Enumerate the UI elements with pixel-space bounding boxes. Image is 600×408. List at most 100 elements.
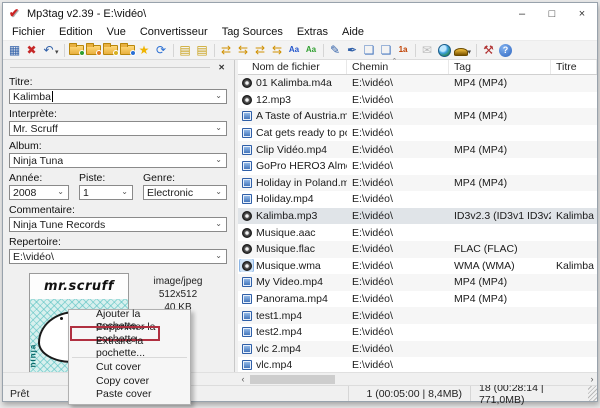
open-directory-icon[interactable] [119, 42, 136, 58]
chevron-down-icon[interactable]: ⌄ [215, 91, 226, 102]
remove-tag-icon[interactable]: ✖ [23, 42, 40, 58]
help-icon[interactable]: ? [497, 42, 514, 58]
maximize-button[interactable]: □ [537, 3, 567, 24]
title-combobox[interactable]: Kalimba ⌄ [9, 89, 227, 104]
context-menu-item-extraire-la-pochette[interactable]: Extraire la pochette... [69, 335, 190, 359]
file-name: test2.mp4 [256, 326, 303, 339]
horizontal-scrollbar[interactable]: ‹ › [238, 373, 597, 385]
directory-combobox[interactable]: E:\vidéo\ ⌄ [9, 249, 227, 264]
comment-combobox[interactable]: Ninja Tune Records ⌄ [9, 217, 227, 232]
table-row[interactable]: Cat gets ready to pounce... E:\vidéo\ [238, 125, 597, 142]
playlist-export-icon[interactable]: ❏ [361, 42, 378, 58]
table-row[interactable]: 12.mp3 E:\vidéo\ [238, 92, 597, 109]
table-row[interactable]: Musique.aac E:\vidéo\ [238, 224, 597, 241]
column-header-tag[interactable]: Tag [449, 60, 551, 74]
file-path: E:\vidéo\ [352, 259, 393, 272]
change-directory-icon[interactable] [68, 42, 85, 58]
quick-actions-icon[interactable]: ✒ [344, 42, 361, 58]
context-menu-item-cut-cover[interactable]: Cut cover [69, 361, 190, 375]
column-header-filename[interactable]: Nom de fichier [238, 60, 347, 74]
actions-icon[interactable]: Aa [286, 42, 303, 58]
audio-file-icon [239, 259, 254, 273]
table-row[interactable]: Musique.wma E:\vidéo\ WMA (WMA) Kalimba [238, 258, 597, 275]
table-row[interactable]: vlc 2.mp4 E:\vidéo\ [238, 340, 597, 358]
context-menu-item-copy-cover[interactable]: Copy cover [69, 374, 190, 388]
tools-icon[interactable]: ⚒ [480, 42, 497, 58]
table-row[interactable]: vlc.mp4 E:\vidéo\ [238, 357, 597, 372]
save-tag-icon[interactable]: ▦ [6, 42, 23, 58]
table-row[interactable]: Holiday.mp4 E:\vidéo\ [238, 191, 597, 208]
table-row[interactable]: My Video.mp4 E:\vidéo\ MP4 (MP4) [238, 274, 597, 291]
window-title: Mp3tag v2.39 - E:\vidéo\ [27, 7, 147, 20]
refresh-icon[interactable]: ⟳ [153, 42, 170, 58]
chevron-down-icon[interactable]: ⌄ [215, 155, 226, 166]
file-tag: MP4 (MP4) [454, 143, 508, 156]
genre-combobox[interactable]: Electronic ⌄ [143, 185, 227, 200]
table-row[interactable]: 01 Kalimba.m4a E:\vidéo\ MP4 (MP4) [238, 75, 597, 92]
resize-grip[interactable] [588, 386, 597, 401]
playlist-add-icon[interactable]: ▤ [194, 42, 211, 58]
mail-icon[interactable]: ✉ [419, 42, 436, 58]
chevron-down-icon[interactable]: ⌄ [57, 187, 68, 198]
table-row[interactable]: Musique.flac E:\vidéo\ FLAC (FLAC) [238, 240, 597, 258]
parent-directory-icon[interactable] [85, 42, 102, 58]
export-icon[interactable]: ❏ [378, 42, 395, 58]
convert-filename-filename-icon[interactable]: ⇄ [252, 42, 269, 58]
actions-quick-icon[interactable]: Aa [303, 42, 320, 58]
chevron-down-icon[interactable]: ⌄ [215, 219, 226, 230]
menu-vue[interactable]: Vue [100, 24, 133, 40]
chevron-down-icon[interactable]: ⌄ [121, 187, 132, 198]
favorites-star-icon[interactable]: ★ [136, 42, 153, 58]
column-header-path[interactable]: Chemin [347, 60, 449, 74]
track-combobox[interactable]: 1 ⌄ [79, 185, 133, 200]
playlist-icon[interactable]: ▤ [177, 42, 194, 58]
table-row[interactable]: Kalimba.mp3 E:\vidéo\ ID3v2.3 (ID3v1 ID3v2… [238, 207, 597, 225]
chevron-down-icon[interactable]: ⌄ [215, 123, 226, 134]
table-row[interactable]: GoPro HERO3 Almost as E... E:\vidéo\ [238, 158, 597, 175]
column-header-title[interactable]: Titre [551, 60, 597, 74]
album-combobox[interactable]: Ninja Tuna ⌄ [9, 153, 227, 168]
file-name: Clip Vidéo.mp4 [256, 143, 328, 156]
menu-extras[interactable]: Extras [290, 24, 335, 40]
title-value: Kalimba [13, 90, 51, 103]
close-button[interactable]: × [567, 3, 597, 24]
file-name: 01 Kalimba.m4a [256, 77, 332, 90]
menu-tag-sources[interactable]: Tag Sources [215, 24, 290, 40]
table-row[interactable]: test2.mp4 E:\vidéo\ [238, 324, 597, 341]
artist-combobox[interactable]: Mr. Scruff ⌄ [9, 121, 227, 136]
year-combobox[interactable]: 2008 ⌄ [9, 185, 69, 200]
context-menu-item-paste-cover[interactable]: Paste cover [69, 388, 190, 402]
menu-convertisseur[interactable]: Convertisseur [133, 24, 215, 40]
dropdown-caret-icon[interactable]: ▾ [468, 48, 472, 56]
convert-filename-tag-icon[interactable]: ⇆ [235, 42, 252, 58]
table-row[interactable]: Holiday in Poland.mp4 E:\vidéo\ MP4 (MP4) [238, 174, 597, 192]
whale-eye [60, 317, 63, 320]
menu-edition[interactable]: Edition [52, 24, 100, 40]
convert-tag-filename-icon[interactable]: ⇄ [218, 42, 235, 58]
table-row[interactable]: A Taste of Austria.mp4 E:\vidéo\ MP4 (MP4) [238, 108, 597, 125]
autonumber-icon[interactable]: 1a [395, 42, 412, 58]
menu-aide[interactable]: Aide [335, 24, 371, 40]
audio-file-icon [240, 77, 253, 90]
file-path: E:\vidéo\ [352, 176, 393, 189]
menu-fichier[interactable]: Fichier [5, 24, 52, 40]
video-file-icon [240, 342, 253, 355]
table-row[interactable]: test1.mp4 E:\vidéo\ [238, 307, 597, 324]
convert-textfile-tag-icon[interactable]: ⇆ [269, 42, 286, 58]
scrollbar-thumb[interactable] [250, 374, 335, 384]
close-panel-icon[interactable]: ✕ [216, 63, 227, 72]
status-selected-stats: 1 (00:05:00 | 8,4MB) [348, 386, 470, 401]
new-directory-icon[interactable] [102, 42, 119, 58]
table-row[interactable]: Clip Vidéo.mp4 E:\vidéo\ MP4 (MP4) [238, 141, 597, 158]
minimize-button[interactable]: – [507, 3, 537, 24]
chevron-down-icon[interactable]: ⌄ [215, 187, 226, 198]
file-list: ˆ Nom de fichier Chemin Tag Titre 01 Kal… [238, 57, 597, 372]
web-sources-icon[interactable] [436, 42, 453, 58]
edit-tag-icon[interactable]: ✎ [327, 42, 344, 58]
dropdown-caret-icon[interactable]: ▾ [55, 48, 59, 56]
scroll-left-icon[interactable]: ‹ [238, 374, 248, 385]
scroll-right-icon[interactable]: › [587, 374, 597, 385]
table-row[interactable]: Panorama.mp4 E:\vidéo\ MP4 (MP4) [238, 291, 597, 308]
title-bar: ✔ Mp3tag v2.39 - E:\vidéo\ – □ × [3, 3, 597, 24]
chevron-down-icon[interactable]: ⌄ [215, 251, 226, 262]
